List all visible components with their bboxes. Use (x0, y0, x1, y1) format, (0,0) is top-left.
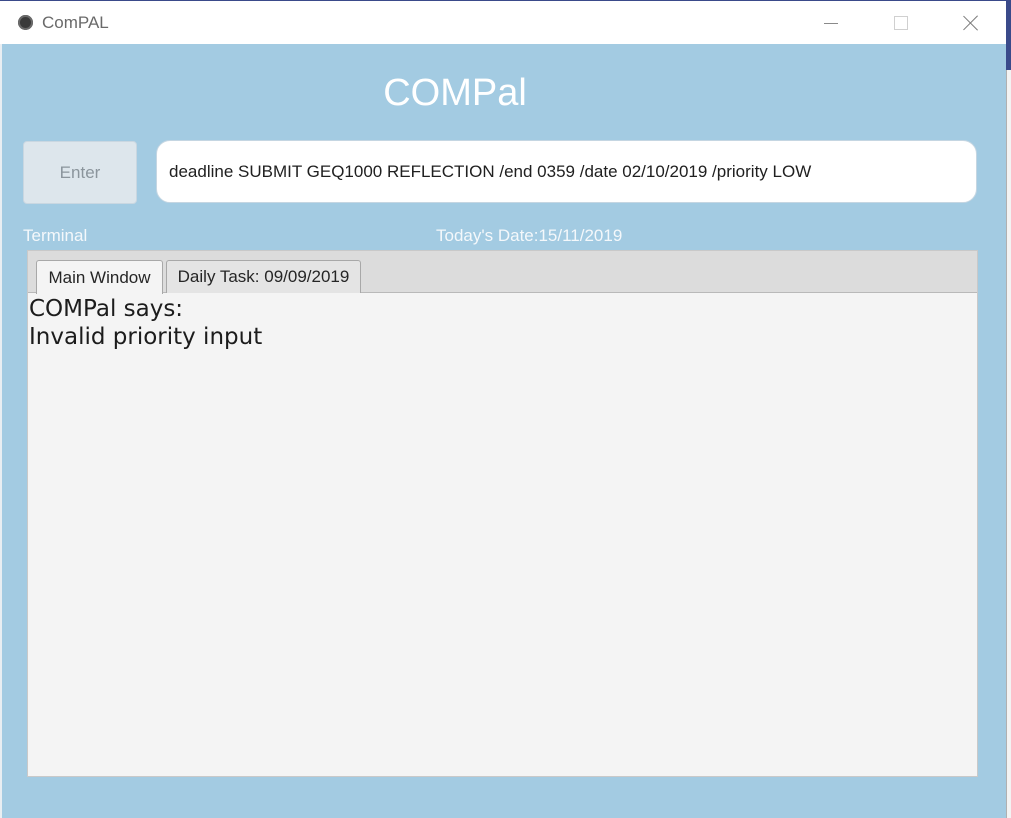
output-line: COMPal says: (29, 296, 184, 322)
tab-daily-task[interactable]: Daily Task: 09/09/2019 (166, 260, 361, 293)
command-input[interactable] (156, 140, 977, 203)
compal-window: ComPAL COMPal Enter Terminal Today's Dat… (0, 0, 1011, 818)
close-button[interactable] (948, 1, 994, 45)
title-bar[interactable]: ComPAL (0, 0, 1006, 44)
output-tab-pane: Main Window Daily Task: 09/09/2019 COMPa… (27, 250, 978, 777)
app-logo-icon (18, 15, 33, 30)
minimize-button[interactable] (808, 1, 854, 45)
output-line: Invalid priority input (29, 324, 263, 350)
maximize-button[interactable] (878, 1, 924, 45)
terminal-label: Terminal (23, 226, 88, 245)
window-left-border (0, 44, 2, 818)
tab-header: Main Window Daily Task: 09/09/2019 (28, 251, 977, 294)
today-date-label: Today's Date:15/11/2019 (436, 226, 623, 245)
desktop-divider (1006, 70, 1007, 818)
desktop-edge (1006, 0, 1011, 818)
terminal-output[interactable]: COMPal says: Invalid priority input (28, 295, 978, 351)
window-title: ComPAL (42, 13, 109, 32)
close-icon (962, 14, 980, 32)
minimize-icon (824, 22, 838, 24)
desktop-band (1006, 0, 1011, 70)
enter-button[interactable]: Enter (23, 141, 137, 204)
tab-main-window[interactable]: Main Window (36, 260, 163, 294)
app-heading: COMPal (383, 72, 527, 114)
maximize-icon (894, 16, 908, 30)
